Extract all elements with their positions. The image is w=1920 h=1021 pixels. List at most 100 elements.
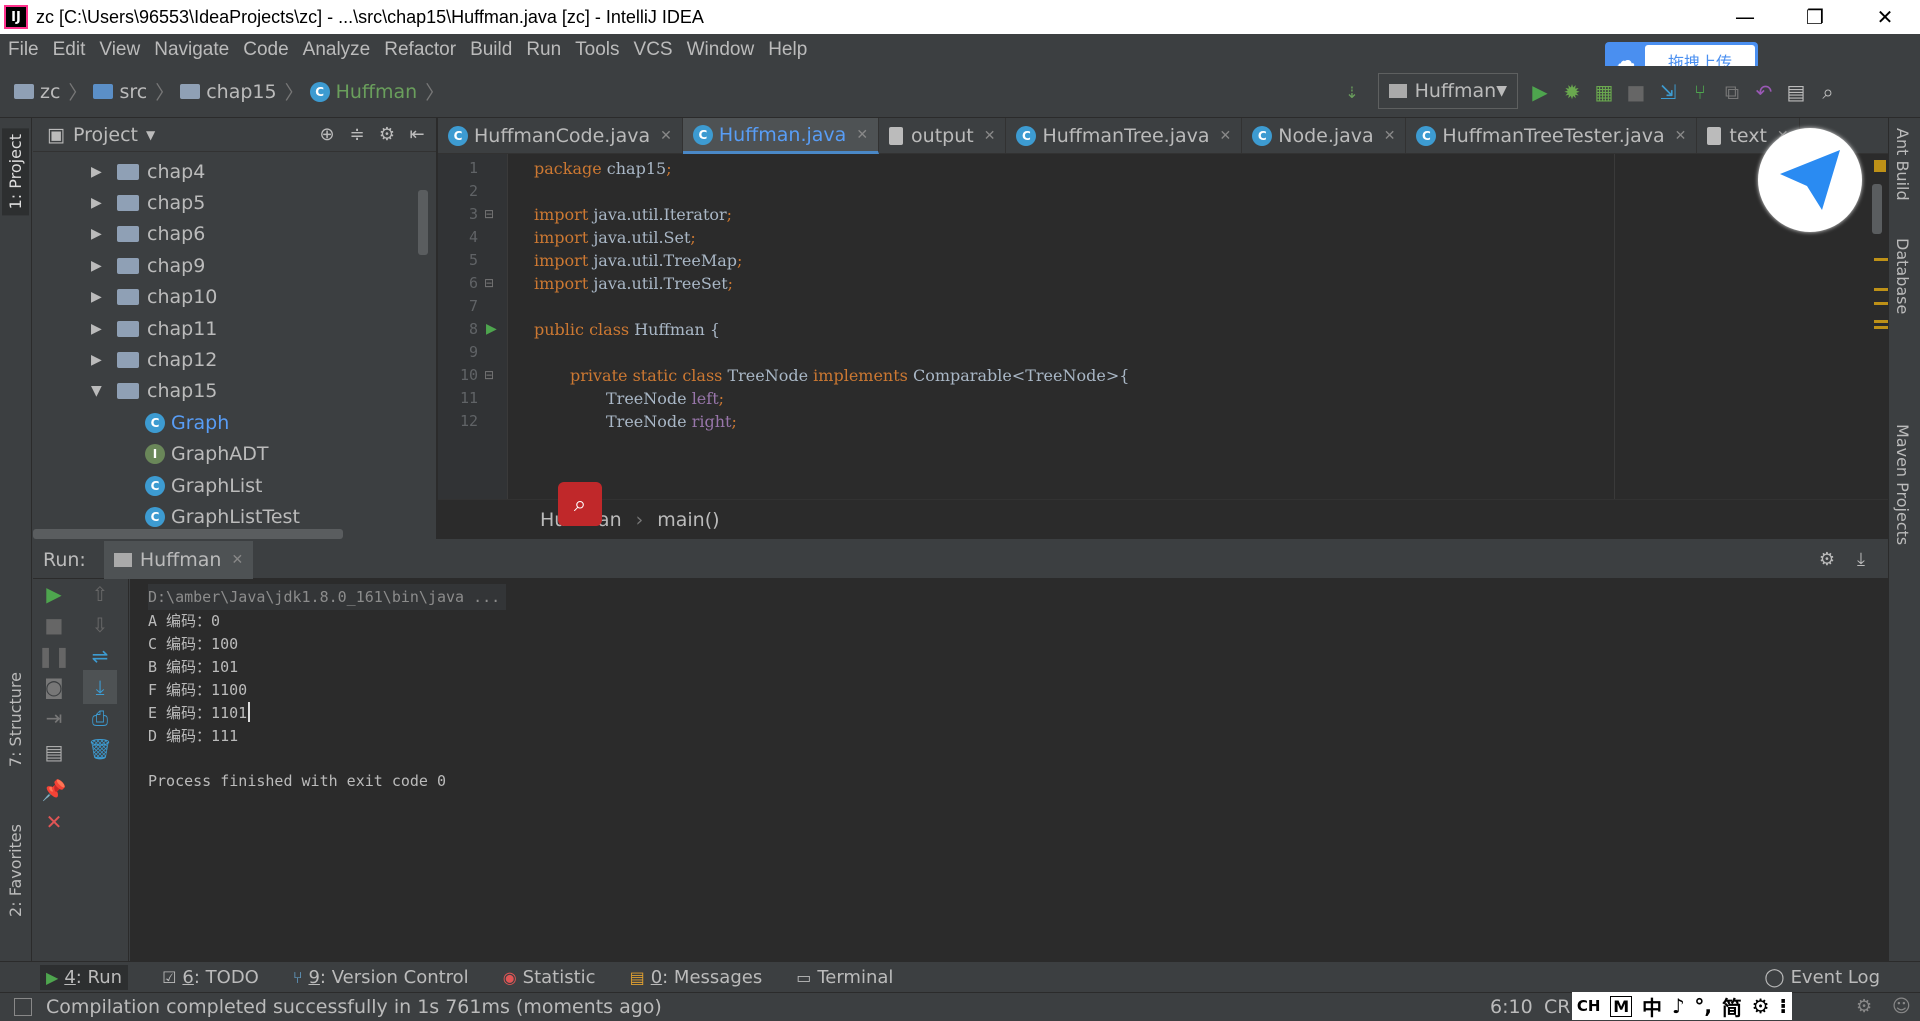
tab-structure[interactable]: 7: Structure bbox=[2, 666, 29, 773]
breadcrumb-huffman[interactable]: C Huffman 〉 bbox=[309, 78, 444, 105]
trash-icon[interactable]: 🗑 bbox=[85, 734, 115, 764]
ime-moon-icon[interactable]: ♪ bbox=[1672, 994, 1685, 1018]
menu-view[interactable]: View bbox=[99, 39, 140, 61]
tool-tab-todo[interactable]: ☑ 6: TODO bbox=[162, 967, 259, 988]
menu-build[interactable]: Build bbox=[470, 39, 512, 61]
exit-icon[interactable]: ⇥ bbox=[39, 703, 69, 733]
search-everywhere-icon[interactable]: ⌕ bbox=[1812, 78, 1844, 106]
project-view-select[interactable]: Project bbox=[73, 124, 138, 146]
bird-logo-icon[interactable] bbox=[1758, 128, 1862, 232]
tree-folder-chap6[interactable]: ▶ chap6 bbox=[33, 219, 436, 250]
hide-panel-icon[interactable]: ⤓ bbox=[1844, 549, 1878, 570]
tool-tab-version-control[interactable]: ⑂ 9: Version Control bbox=[293, 967, 469, 988]
arrow-down-icon[interactable]: ⇩ bbox=[85, 610, 115, 640]
tree-class-graphlisttest[interactable]: C GraphListTest bbox=[33, 501, 436, 532]
close-icon[interactable]: ✕ bbox=[1220, 128, 1232, 144]
error-stripe[interactable] bbox=[1868, 154, 1888, 499]
tab-database[interactable]: Database bbox=[1893, 238, 1912, 314]
gear-icon[interactable]: ⚙ bbox=[1810, 549, 1844, 570]
close-run-icon[interactable]: ✕ bbox=[39, 807, 69, 837]
tab-node[interactable]: C Node.java ✕ bbox=[1242, 118, 1407, 154]
tab-project[interactable]: 1: Project bbox=[2, 128, 29, 216]
menu-analyze[interactable]: Analyze bbox=[303, 39, 371, 61]
project-horizontal-scrollbar[interactable] bbox=[33, 529, 343, 539]
collapse-arrow-icon[interactable]: ▼ bbox=[91, 383, 107, 399]
tab-favorites[interactable]: 2: Favorites bbox=[2, 818, 29, 923]
ime-lang[interactable]: CH bbox=[1577, 997, 1601, 1015]
tree-folder-chap12[interactable]: ▶ chap12 bbox=[33, 344, 436, 375]
collapse-all-icon[interactable]: ≑ bbox=[342, 124, 372, 145]
fold-icon[interactable]: ⊟ bbox=[484, 368, 494, 382]
close-icon[interactable]: ✕ bbox=[856, 127, 868, 143]
print-icon[interactable]: ⎙ bbox=[85, 703, 115, 733]
fold-icon[interactable]: ⊟ bbox=[484, 207, 494, 221]
vcs-history-icon[interactable]: ⧉ bbox=[1716, 78, 1748, 106]
pause-icon[interactable]: ❚❚ bbox=[37, 641, 71, 671]
tool-tab-terminal[interactable]: ▭ Terminal bbox=[796, 967, 893, 988]
pin-icon[interactable]: 📌 bbox=[39, 775, 69, 805]
expand-arrow-icon[interactable]: ▶ bbox=[91, 164, 107, 180]
run-gutter-icon[interactable]: ▶ bbox=[486, 321, 497, 337]
rerun-icon[interactable]: ▶ bbox=[39, 579, 69, 609]
tree-folder-chap5[interactable]: ▶ chap5 bbox=[33, 187, 436, 218]
ime-mode[interactable]: M bbox=[1610, 995, 1633, 1017]
tab-output[interactable]: output ✕ bbox=[879, 118, 1007, 154]
tab-huffman[interactable]: C Huffman.java ✕ bbox=[682, 118, 880, 154]
lock-icon[interactable]: ⚙ bbox=[1856, 996, 1872, 1017]
tab-huffmantree[interactable]: C HuffmanTree.java ✕ bbox=[1006, 118, 1243, 154]
expand-arrow-icon[interactable]: ▶ bbox=[91, 226, 107, 242]
stop-icon[interactable]: ■ bbox=[39, 610, 69, 640]
layout-icon[interactable]: ▤ bbox=[39, 737, 69, 767]
ime-chinese[interactable]: 中 bbox=[1642, 992, 1662, 1021]
vcs-commit-icon[interactable]: ⑂ bbox=[1684, 78, 1716, 106]
editor-breadcrumb-method[interactable]: main() bbox=[657, 509, 719, 531]
restore-button[interactable]: ❐ bbox=[1780, 0, 1850, 34]
breadcrumb-chap15[interactable]: chap15 〉 bbox=[180, 78, 304, 105]
code-editor[interactable]: 1 package chap15; 2 3 ⊟ import java.util.It… bbox=[438, 154, 1888, 499]
warning-marker[interactable] bbox=[1874, 320, 1888, 323]
stop-icon[interactable]: ■ bbox=[1620, 78, 1652, 106]
tab-huffmancode[interactable]: C HuffmanCode.java ✕ bbox=[438, 118, 683, 154]
run-configuration-select[interactable]: Huffman ▼ bbox=[1378, 73, 1518, 109]
hide-panel-icon[interactable]: ⇤ bbox=[402, 124, 432, 145]
locate-icon[interactable]: ⊕ bbox=[312, 124, 342, 145]
tool-windows-toggle-icon[interactable] bbox=[14, 997, 32, 1016]
run-icon[interactable]: ▶ bbox=[1524, 78, 1556, 106]
event-log-button[interactable]: ◯ Event Log bbox=[1764, 967, 1880, 988]
warning-marker[interactable] bbox=[1874, 326, 1888, 329]
vcs-update-icon[interactable]: ⇲ bbox=[1652, 78, 1684, 106]
tool-tab-statistic[interactable]: ◉ Statistic bbox=[503, 967, 596, 988]
expand-arrow-icon[interactable]: ▶ bbox=[91, 289, 107, 305]
minimize-button[interactable]: — bbox=[1710, 0, 1780, 34]
tab-huffmantreetester[interactable]: C HuffmanTreeTester.java ✕ bbox=[1406, 118, 1698, 154]
menu-edit[interactable]: Edit bbox=[53, 39, 86, 61]
caret-position[interactable]: 6:10 bbox=[1490, 996, 1533, 1018]
editor-scrollbar[interactable] bbox=[1872, 184, 1882, 234]
scroll-to-end-icon[interactable]: ⤓ bbox=[83, 670, 117, 704]
tree-folder-chap10[interactable]: ▶ chap10 bbox=[33, 282, 436, 313]
fold-icon[interactable]: ⊟ bbox=[484, 276, 494, 290]
coverage-icon[interactable]: ▦ bbox=[1588, 78, 1620, 106]
tool-tab-run[interactable]: ▶ 4: Run bbox=[40, 964, 129, 990]
arrow-up-icon[interactable]: ⇧ bbox=[85, 579, 115, 609]
tree-folder-chap15[interactable]: ▼ chap15 bbox=[33, 376, 436, 407]
menu-vcs[interactable]: VCS bbox=[634, 39, 673, 61]
close-button[interactable]: ✕ bbox=[1850, 0, 1920, 34]
search-icon[interactable]: ⌕ bbox=[558, 482, 602, 526]
close-icon[interactable]: ✕ bbox=[984, 128, 996, 144]
revert-icon[interactable]: ↶ bbox=[1748, 78, 1780, 106]
close-icon[interactable]: ✕ bbox=[1675, 128, 1687, 144]
project-vertical-scrollbar[interactable] bbox=[418, 190, 428, 255]
menu-code[interactable]: Code bbox=[243, 39, 288, 61]
tree-class-graph[interactable]: C Graph bbox=[33, 407, 436, 438]
ime-settings-icon[interactable]: ⚙ bbox=[1752, 994, 1770, 1018]
warning-marker[interactable] bbox=[1874, 302, 1888, 305]
tree-folder-chap11[interactable]: ▶ chap11 bbox=[33, 313, 436, 344]
tree-folder-chap9[interactable]: ▶ chap9 bbox=[33, 250, 436, 281]
soft-wrap-icon[interactable]: ⇌ bbox=[85, 641, 115, 671]
close-icon[interactable]: ✕ bbox=[1384, 128, 1396, 144]
dump-threads-icon[interactable]: ◙ bbox=[39, 672, 69, 702]
expand-arrow-icon[interactable]: ▶ bbox=[91, 195, 107, 211]
tool-tab-messages[interactable]: ▤ 0: Messages bbox=[630, 967, 763, 988]
expand-arrow-icon[interactable]: ▶ bbox=[91, 352, 107, 368]
